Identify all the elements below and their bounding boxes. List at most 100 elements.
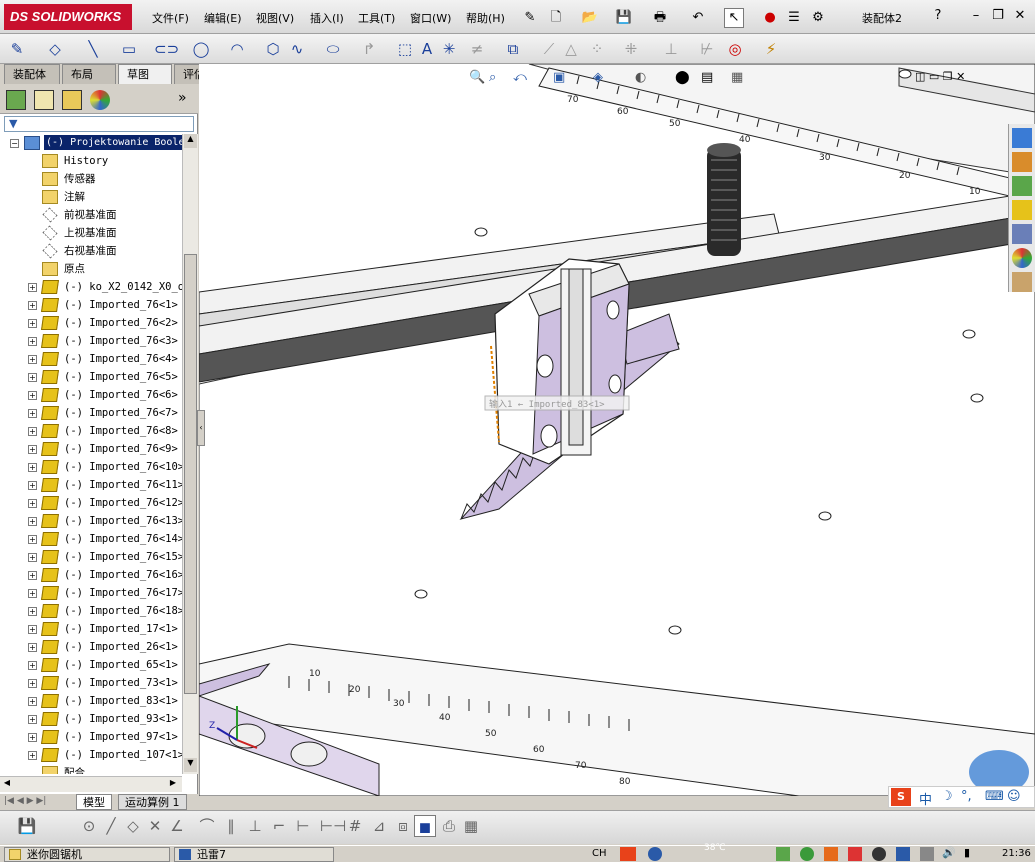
undo-button[interactable]: ↶ xyxy=(688,8,708,28)
file-properties-button[interactable]: ☰ xyxy=(784,8,804,28)
tree-item[interactable]: + (-) Imported_76<8> ( xyxy=(0,422,182,440)
scene-icon[interactable]: ▤ xyxy=(701,70,713,85)
appearance-icon[interactable]: ⬤ xyxy=(675,70,690,85)
box-tool-icon[interactable]: ⧈ xyxy=(392,815,414,837)
network-icon[interactable]: ▮ xyxy=(964,846,970,859)
expand-icon[interactable]: + xyxy=(28,355,37,364)
expand-icon[interactable]: + xyxy=(28,463,37,472)
tray-icon-3[interactable] xyxy=(824,847,838,861)
help-icon[interactable]: ? xyxy=(928,8,948,26)
expand-icon[interactable]: + xyxy=(28,373,37,382)
previous-view-icon[interactable]: ⤺ xyxy=(513,70,527,85)
expand-icon[interactable]: + xyxy=(28,409,37,418)
linear-pattern-icon[interactable]: ⁘ xyxy=(586,38,608,60)
tree-vertical-scrollbar[interactable]: ▲ ▼ xyxy=(182,134,198,774)
viewport-window-controls[interactable]: ◫ ▭ ❐ ✕ xyxy=(915,70,965,83)
save-button[interactable]: 💾 xyxy=(614,8,634,28)
sogou-icon[interactable]: S xyxy=(891,788,911,806)
tree-item[interactable]: + (-) Imported_76<9> ( xyxy=(0,440,182,458)
display-manager-tab-icon[interactable] xyxy=(90,90,110,110)
menu-item[interactable]: 工具(T) xyxy=(358,10,395,26)
dimension-tool-icon[interactable]: ⊢⊣ xyxy=(320,815,346,837)
tree-item[interactable]: + (-) ko_X2_0142_X0_o_ xyxy=(0,278,182,296)
moon-icon[interactable]: ☽ xyxy=(941,789,953,804)
menu-item[interactable]: 视图(V) xyxy=(256,10,294,26)
help-tray-icon[interactable] xyxy=(648,847,662,861)
tree-item[interactable]: + (-) Imported_83<1> ( xyxy=(0,692,182,710)
expand-icon[interactable]: + xyxy=(28,427,37,436)
tree-item[interactable]: 上视基准面 xyxy=(0,224,182,242)
tree-item[interactable]: + (-) Imported_76<15> xyxy=(0,548,182,566)
rebuild-icon[interactable]: ● xyxy=(760,8,780,28)
command-tab[interactable]: 布局 xyxy=(62,64,116,84)
keyboard-icon[interactable]: ⌨ xyxy=(985,789,1004,804)
property-manager-tab-icon[interactable] xyxy=(34,90,54,110)
angle-tool-icon[interactable]: ∠ xyxy=(166,815,188,837)
expand-panel-icon[interactable]: » xyxy=(178,90,187,106)
ime-language-indicator[interactable]: CH xyxy=(592,848,607,859)
ellipse-icon[interactable]: ⬭ xyxy=(322,38,344,60)
convert-entities-icon[interactable]: ⧉ xyxy=(502,38,524,60)
grid-tool-icon[interactable]: # xyxy=(344,815,366,837)
table-tool-icon[interactable]: ▦ xyxy=(460,815,482,837)
trim-icon[interactable]: ≠ xyxy=(466,38,488,60)
menu-item[interactable]: 编辑(E) xyxy=(204,10,242,26)
scroll-up-icon[interactable]: ▲ xyxy=(184,134,197,148)
section-view-icon[interactable]: ▣ xyxy=(553,70,565,85)
perpendicular-tool-icon[interactable]: ⊥ xyxy=(244,815,266,837)
tree-item[interactable]: History xyxy=(0,152,182,170)
tray-icon-4[interactable] xyxy=(848,847,862,861)
corner-tool-icon[interactable]: ⌐ xyxy=(268,815,290,837)
expand-icon[interactable]: + xyxy=(28,697,37,706)
tree-item[interactable]: 注解 xyxy=(0,188,182,206)
offset-icon[interactable]: ⟋ xyxy=(538,38,560,60)
mirror-icon[interactable]: △ xyxy=(560,38,582,60)
zoom-to-fit-icon[interactable]: 🔍 xyxy=(469,70,485,85)
sketch-icon[interactable]: ✎ xyxy=(6,38,28,60)
view-settings-icon[interactable]: ▦ xyxy=(731,70,743,85)
expand-icon[interactable]: + xyxy=(28,571,37,580)
zoom-area-icon[interactable]: ⌕ xyxy=(489,70,496,85)
tree-item[interactable]: + (-) Imported_76<4> ( xyxy=(0,350,182,368)
tray-icon-5[interactable] xyxy=(872,847,886,861)
taskbar-item-xunlei[interactable]: 迅雷7 xyxy=(174,847,334,862)
close-button[interactable]: ✕ xyxy=(1010,8,1030,26)
tree-item[interactable]: + (-) Imported_76<18> xyxy=(0,602,182,620)
tree-item[interactable]: + (-) Imported_76<1> ( xyxy=(0,296,182,314)
tree-item[interactable]: + (-) Imported_76<13> xyxy=(0,512,182,530)
expand-icon[interactable]: + xyxy=(28,679,37,688)
tray-icon-1[interactable] xyxy=(776,847,790,861)
rapid-sketch-icon[interactable]: ⚡ xyxy=(760,38,782,60)
rectangle-icon[interactable]: ▭ xyxy=(118,38,140,60)
expand-icon[interactable]: + xyxy=(28,715,37,724)
select-button[interactable]: ↖ xyxy=(724,8,744,28)
tree-item[interactable]: 传感器 xyxy=(0,170,182,188)
tray-icon-6[interactable] xyxy=(896,847,910,861)
camera-tool-icon[interactable]: ⎙ xyxy=(438,815,460,837)
tree-item[interactable]: 原点 xyxy=(0,260,182,278)
pin-icon[interactable]: ✎ xyxy=(520,8,540,28)
expand-icon[interactable]: + xyxy=(28,553,37,562)
move-entities-icon[interactable]: ⁜ xyxy=(620,38,642,60)
tree-horizontal-scrollbar[interactable]: ◀ ▶ xyxy=(0,776,182,792)
file-explorer-icon[interactable] xyxy=(1012,200,1032,220)
design-library-icon[interactable] xyxy=(1012,176,1032,196)
expand-icon[interactable]: + xyxy=(28,625,37,634)
cross-tool-icon[interactable]: ✕ xyxy=(144,815,166,837)
tree-item[interactable]: + (-) Imported_65<1> ( xyxy=(0,656,182,674)
expand-icon[interactable]: + xyxy=(28,445,37,454)
volume-icon[interactable]: 🔊 xyxy=(942,846,956,859)
restore-button[interactable]: ❐ xyxy=(988,8,1008,26)
assembly-model-view[interactable]: 70 60 50 40 30 20 10 输入1 ← Imported_83<1… xyxy=(199,64,1035,796)
polygon-icon[interactable]: ⬡ xyxy=(262,38,284,60)
expand-icon[interactable]: + xyxy=(28,391,37,400)
tree-item[interactable]: + (-) Imported_76<12> xyxy=(0,494,182,512)
tree-item[interactable]: + (-) Imported_76<3> ( xyxy=(0,332,182,350)
point-icon[interactable]: ✳ xyxy=(438,38,460,60)
expand-icon[interactable]: + xyxy=(28,517,37,526)
tree-item[interactable]: + (-) Imported_93<1> ( xyxy=(0,710,182,728)
clock[interactable]: 21:36 xyxy=(1002,848,1031,859)
tree-item[interactable]: + (-) Imported_26<1> ( xyxy=(0,638,182,656)
print-button[interactable]: 🖶 xyxy=(650,8,670,28)
tree-item[interactable]: + (-) Imported_76<17> xyxy=(0,584,182,602)
